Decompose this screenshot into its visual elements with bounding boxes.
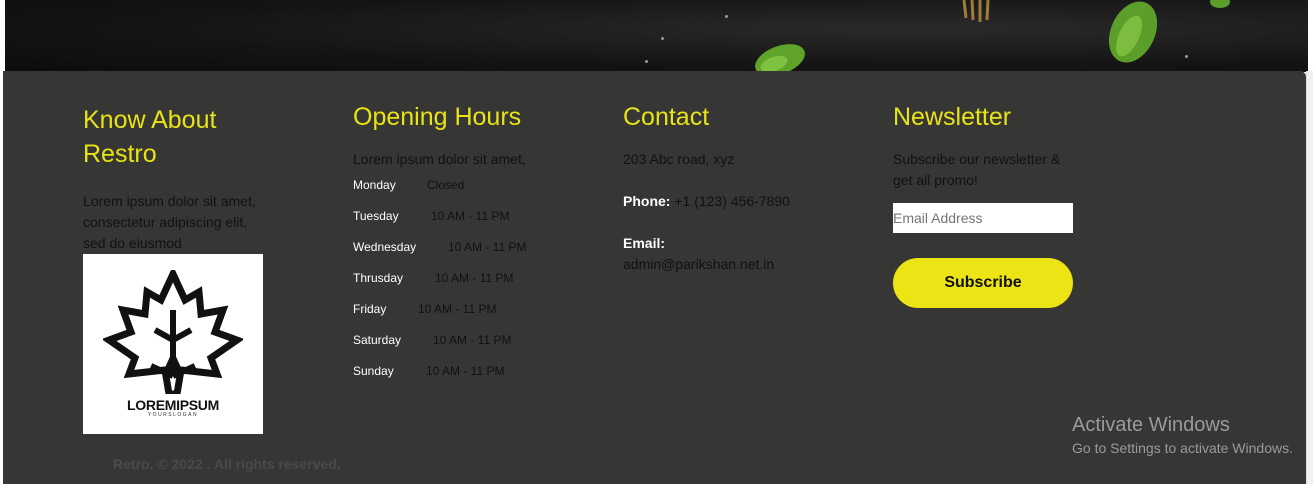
hours-row: Saturday 10 AM - 11 PM: [353, 333, 603, 364]
email-value: admin@parikshan.net.in: [623, 256, 775, 272]
hours-time: 10 AM - 11 PM: [431, 209, 510, 223]
activate-windows-subtitle: Go to Settings to activate Windows.: [1072, 440, 1293, 456]
hours-day: Saturday: [353, 333, 402, 347]
newsletter-heading: Newsletter: [893, 103, 1012, 131]
subscribe-button[interactable]: Subscribe: [893, 258, 1073, 308]
hours-row: Friday 10 AM - 11 PM: [353, 302, 603, 333]
hero-speck: [661, 37, 664, 40]
about-section: Know About Restro Lorem ipsum dolor sit …: [83, 103, 283, 434]
fork-icon: [962, 0, 990, 22]
basil-leaf-icon: [755, 44, 805, 72]
about-heading: Know About Restro: [83, 106, 217, 168]
hours-row: Wednesday 10 AM - 11 PM: [353, 240, 603, 271]
site-footer: Know About Restro Lorem ipsum dolor sit …: [3, 71, 1306, 484]
phone-label: Phone:: [623, 193, 671, 209]
newsletter-section: Newsletter Subscribe our newsletter & ge…: [893, 100, 1093, 308]
opening-hours-heading: Opening Hours: [353, 103, 522, 131]
phone-value: +1 (123) 456-7890: [674, 193, 790, 209]
windows-activation-watermark: Activate Windows Go to Settings to activ…: [1072, 413, 1293, 459]
contact-address: 203 Abc road, xyz: [623, 151, 735, 167]
activate-windows-title: Activate Windows: [1072, 414, 1230, 436]
hours-row: Sunday 10 AM - 11 PM: [353, 364, 603, 395]
email-label: Email:: [623, 235, 666, 251]
logo-slogan: YOURSLOGAN: [147, 412, 199, 418]
hero-image: [5, 0, 1308, 72]
hours-time: 10 AM - 11 PM: [435, 271, 514, 285]
hours-row: Thrusday 10 AM - 11 PM: [353, 271, 603, 302]
newsletter-email-input[interactable]: [893, 203, 1073, 233]
hours-day: Thrusday: [353, 271, 404, 285]
hours-time: 10 AM - 11 PM: [418, 302, 497, 316]
opening-hours-intro: Lorem ipsum dolor sit amet,: [353, 151, 526, 167]
newsletter-text: Subscribe our newsletter & get all promo…: [893, 151, 1061, 188]
about-text: Lorem ipsum dolor sit amet, consectetur …: [83, 193, 256, 251]
hours-day: Tuesday: [353, 209, 399, 223]
contact-email: Email: admin@parikshan.net.in: [623, 233, 853, 275]
basil-leaf-icon: [1108, 1, 1158, 63]
opening-hours-section: Opening Hours Lorem ipsum dolor sit amet…: [353, 100, 603, 395]
hours-row: Monday Closed: [353, 178, 603, 209]
hours-day: Friday: [353, 302, 387, 316]
hours-day: Monday: [353, 178, 396, 192]
contact-phone: Phone: +1 (123) 456-7890: [623, 191, 853, 212]
hero-speck: [1185, 55, 1188, 58]
maple-leaf-icon: [103, 270, 243, 394]
hours-day: Sunday: [353, 364, 394, 378]
basil-leaf-icon: [1210, 0, 1230, 8]
restro-logo: LOREMIPSUM YOURSLOGAN: [83, 254, 263, 434]
hours-time: 10 AM - 11 PM: [448, 240, 527, 254]
hours-time: 10 AM - 11 PM: [433, 333, 512, 347]
contact-section: Contact 203 Abc road, xyz Phone: +1 (123…: [623, 100, 853, 275]
hours-time: Closed: [427, 178, 465, 192]
contact-heading: Contact: [623, 103, 710, 131]
hours-day: Wednesday: [353, 240, 417, 254]
hero-speck: [645, 60, 648, 63]
copyright-text: Retro. © 2022 . All rights reserved.: [113, 456, 341, 472]
hero-speck: [725, 15, 728, 18]
hours-row: Tuesday 10 AM - 11 PM: [353, 209, 603, 240]
logo-name: LOREMIPSUM: [127, 397, 219, 413]
hours-time: 10 AM - 11 PM: [426, 364, 505, 378]
page-scrollbar[interactable]: [1306, 71, 1313, 484]
